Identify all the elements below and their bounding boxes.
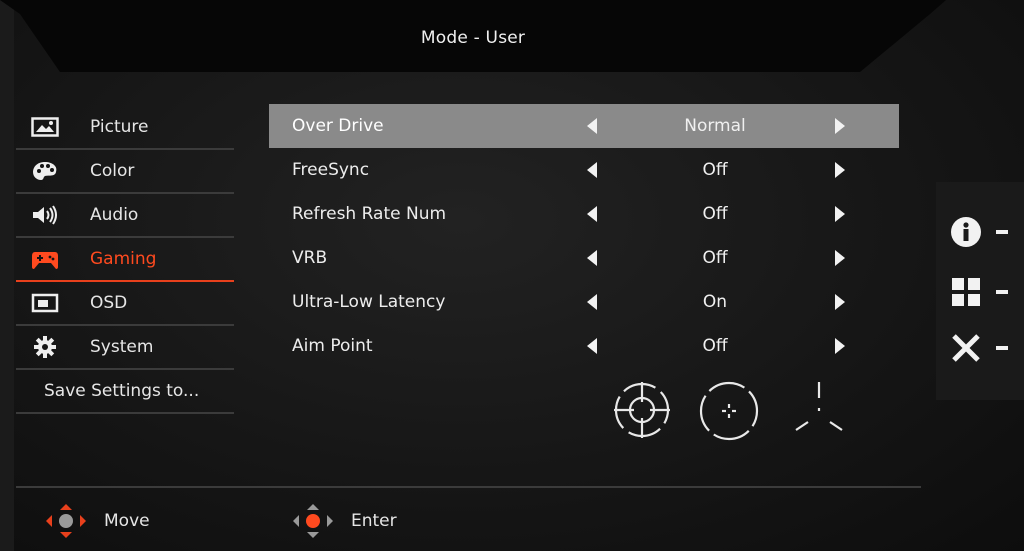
hotkey-input[interactable] (950, 276, 1008, 308)
nav-item-audio[interactable]: Audio (16, 194, 234, 238)
hint-enter: Enter (291, 503, 397, 539)
setting-value: Off (702, 336, 728, 356)
setting-value: Off (702, 160, 728, 180)
hotkey-close[interactable] (950, 332, 1008, 364)
osd-menu: Mode - User Picture Color Audio Gaming O… (0, 0, 1024, 551)
nav-item-osd[interactable]: OSD (16, 282, 234, 326)
hint-move-label: Move (104, 511, 150, 531)
nav-item-gaming[interactable]: Gaming (16, 238, 234, 282)
setting-label: Over Drive (292, 116, 384, 136)
nav-item-save-settings[interactable]: Save Settings to... (16, 370, 234, 414)
gamepad-icon (30, 248, 60, 270)
nav-label-system: System (90, 337, 154, 357)
nav-label-save-settings: Save Settings to... (44, 381, 200, 401)
crosshair-circle-icon[interactable] (612, 380, 672, 440)
arrow-right-icon[interactable] (835, 338, 845, 354)
aim-point-options (610, 380, 850, 442)
gaming-settings-list: Over Drive Normal FreeSync Off Refresh R… (269, 104, 899, 368)
footer-divider (16, 486, 921, 488)
page-title: Mode - User (420, 28, 526, 48)
setting-row-ultra-low-latency[interactable]: Ultra-Low Latency On (269, 280, 899, 324)
nav-label-picture: Picture (90, 117, 149, 137)
crosshair-dot-icon[interactable] (698, 380, 760, 442)
input-grid-icon (952, 278, 980, 306)
hotkey-dash (996, 346, 1008, 350)
setting-row-vrb[interactable]: VRB Off (269, 236, 899, 280)
setting-row-freesync[interactable]: FreeSync Off (269, 148, 899, 192)
close-icon (952, 334, 980, 362)
crosshair-tri-icon[interactable] (790, 380, 848, 438)
nav-label-color: Color (90, 161, 135, 181)
nav-item-color[interactable]: Color (16, 150, 234, 194)
setting-label: VRB (292, 248, 328, 268)
gear-icon (30, 336, 60, 358)
dpad-move-icon (46, 504, 86, 538)
palette-icon (30, 160, 60, 182)
setting-value: On (702, 292, 728, 312)
setting-label: Refresh Rate Num (292, 204, 447, 224)
setting-row-aim-point[interactable]: Aim Point Off (269, 324, 899, 368)
arrow-left-icon[interactable] (587, 294, 597, 310)
hotkey-dash (996, 230, 1008, 234)
hint-enter-label: Enter (351, 511, 397, 531)
nav-label-gaming: Gaming (90, 249, 157, 269)
nav-label-audio: Audio (90, 205, 139, 225)
nav-item-system[interactable]: System (16, 326, 234, 370)
arrow-left-icon[interactable] (587, 338, 597, 354)
setting-value: Off (702, 204, 728, 224)
hint-move: Move (44, 503, 150, 539)
setting-label: Ultra-Low Latency (292, 292, 446, 312)
arrow-right-icon[interactable] (835, 162, 845, 178)
hotkey-dash (996, 290, 1008, 294)
hotkey-panel (936, 182, 1024, 400)
picture-icon (30, 116, 60, 138)
speaker-icon (30, 204, 60, 226)
arrow-left-icon[interactable] (587, 118, 597, 134)
setting-row-refresh-rate-num[interactable]: Refresh Rate Num Off (269, 192, 899, 236)
top-banner (0, 0, 946, 72)
setting-row-over-drive[interactable]: Over Drive Normal (269, 104, 899, 148)
dpad-enter-icon (293, 504, 333, 538)
nav-item-picture[interactable]: Picture (16, 106, 234, 150)
category-nav: Picture Color Audio Gaming OSD System Sa… (16, 106, 234, 414)
setting-label: Aim Point (292, 336, 373, 356)
setting-value: Normal (684, 116, 746, 136)
arrow-right-icon[interactable] (835, 294, 845, 310)
arrow-left-icon[interactable] (587, 162, 597, 178)
hotkey-info[interactable] (950, 216, 1008, 248)
setting-label: FreeSync (292, 160, 370, 180)
arrow-right-icon[interactable] (835, 206, 845, 222)
arrow-right-icon[interactable] (835, 118, 845, 134)
osd-icon (30, 292, 60, 314)
setting-value: Off (702, 248, 728, 268)
arrow-right-icon[interactable] (835, 250, 845, 266)
info-icon (951, 217, 981, 247)
arrow-left-icon[interactable] (587, 206, 597, 222)
nav-label-osd: OSD (90, 293, 128, 313)
arrow-left-icon[interactable] (587, 250, 597, 266)
